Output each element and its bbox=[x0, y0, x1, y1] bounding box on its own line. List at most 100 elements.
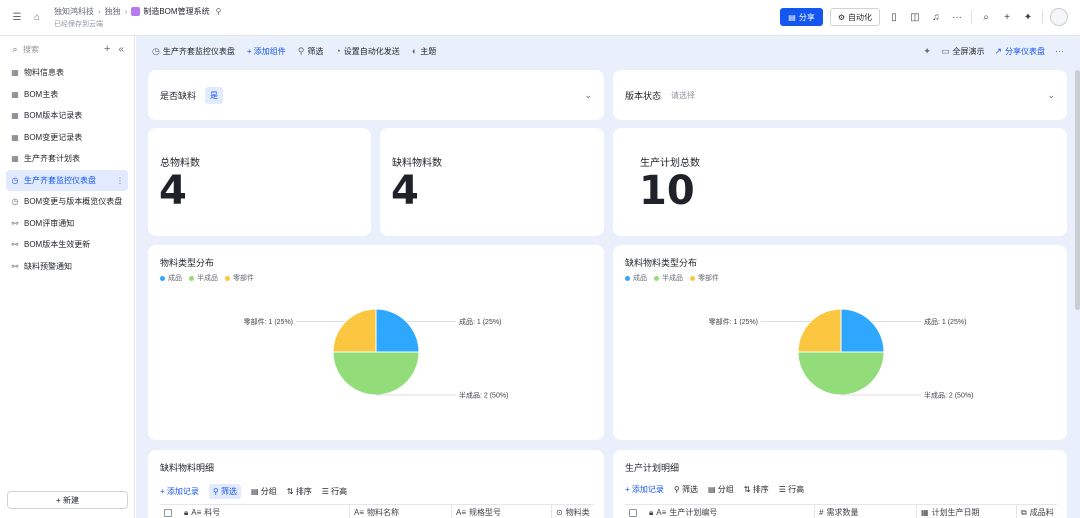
filter-label: 筛选 bbox=[221, 487, 237, 496]
column-label: 物料类 bbox=[565, 508, 590, 517]
fullscreen-button[interactable]: ▭ 全屏演示 bbox=[941, 46, 985, 57]
scrollbar[interactable] bbox=[1075, 70, 1080, 310]
filter-button[interactable]: ⚲ 筛选 bbox=[298, 46, 324, 57]
add-widget-button[interactable]: + 添加组件 bbox=[247, 46, 286, 57]
sidebar-item-material-info[interactable]: ▦ 物料信息表 bbox=[6, 62, 128, 84]
row-height-icon: ☰ bbox=[778, 485, 789, 494]
stat-value: 4 bbox=[159, 168, 187, 214]
new-button[interactable]: + 新建 bbox=[7, 491, 128, 509]
palette-icon: ◐ bbox=[411, 46, 418, 56]
document-icon[interactable]: ▯ bbox=[887, 10, 901, 24]
sidebar-item-bom-version[interactable]: ▦ BOM版本记录表 bbox=[6, 105, 128, 127]
pin-icon[interactable]: ⚲ bbox=[216, 7, 222, 16]
more-icon[interactable]: ··· bbox=[950, 10, 964, 24]
sort-button[interactable]: ⇅ 排序 bbox=[744, 484, 769, 495]
table-icon: ▦ bbox=[11, 132, 19, 142]
filter-button[interactable]: ⚲ 筛选 bbox=[674, 484, 698, 495]
add-record-button[interactable]: + 添加记录 bbox=[625, 484, 664, 495]
share-button[interactable]: ▤ 分享 bbox=[780, 8, 823, 26]
bell-icon[interactable]: ♫ bbox=[929, 10, 943, 24]
add-item-icon[interactable]: + bbox=[104, 43, 110, 55]
top-bar: ☰ ⌂ 独知鸿科技 › 独独 › 制造BOM管理系统 ⚲ 已经保存到云端 ▤ 分… bbox=[0, 0, 1080, 36]
sidebar-item-label: BOM变更与版本概览仪表盘 bbox=[24, 197, 123, 207]
column-label: 计划生产日期 bbox=[931, 508, 980, 517]
sidebar-item-bom-change[interactable]: ▦ BOM变更记录表 bbox=[6, 127, 128, 149]
column-header[interactable]: ▦ 计划生产日期 bbox=[917, 505, 1017, 518]
pie-slice-1[interactable] bbox=[332, 351, 420, 396]
workflow-icon: ⚯ bbox=[11, 218, 19, 228]
search-icon[interactable]: ⌕ bbox=[979, 10, 993, 24]
row-height-button[interactable]: ☰ 行高 bbox=[322, 486, 347, 497]
sort-icon: ⇅ bbox=[286, 487, 296, 496]
chevron-down-icon[interactable]: ⌄ bbox=[584, 90, 592, 101]
column-header[interactable]: 🔒︎ A≡ 生产计划编号 bbox=[645, 505, 815, 518]
workflow-icon: ⚯ bbox=[11, 261, 19, 271]
more-vertical-icon[interactable]: ⋮ bbox=[116, 176, 124, 185]
column-header[interactable]: A≡ 规格型号 bbox=[452, 505, 552, 518]
sort-button[interactable]: ⇅ 排序 bbox=[287, 486, 312, 497]
sidebar-item-kitting-dashboard[interactable]: ◷ 生产齐套监控仪表盘 ⋮ bbox=[6, 169, 128, 191]
table-title: 缺料物料明细 bbox=[160, 463, 215, 473]
slice-label: 成品: 1 (25%) bbox=[459, 317, 501, 326]
pie-slice-0[interactable] bbox=[840, 308, 885, 353]
breadcrumb-workspace[interactable]: 独知鸿科技 bbox=[54, 6, 94, 17]
column-label: 规格型号 bbox=[469, 508, 502, 517]
auto-send-button[interactable]: ◔ 设置自动化发送 bbox=[335, 46, 399, 57]
table-icon: ▦ bbox=[11, 154, 19, 164]
stat-value: 10 bbox=[639, 168, 695, 214]
pie-slice-1[interactable] bbox=[797, 351, 885, 396]
filter-label: 版本状态 bbox=[625, 90, 662, 101]
filter-card-shortage[interactable]: 是否缺料 是 ⌄ bbox=[148, 70, 604, 120]
link-field-icon: ⧉ bbox=[1021, 507, 1027, 517]
sidebar-search[interactable]: ⌕ 搜索 + « bbox=[0, 36, 134, 62]
filter-button[interactable]: ⚲ 筛选 bbox=[208, 484, 241, 499]
collapse-icon[interactable]: « bbox=[118, 44, 124, 55]
pie-slice-2[interactable] bbox=[797, 308, 842, 353]
sidebar-item-shortage-alert[interactable]: ⚯ 缺料预警通知 bbox=[6, 256, 128, 278]
column-label: 成品料 bbox=[1029, 508, 1054, 517]
column-header[interactable]: # 需求数量 bbox=[815, 505, 917, 518]
chevron-down-icon[interactable]: ⌄ bbox=[1047, 90, 1055, 101]
automation-button[interactable]: ⚙ 自动化 bbox=[829, 8, 880, 26]
select-all-checkbox[interactable] bbox=[160, 505, 180, 518]
group-button[interactable]: ▤ 分组 bbox=[251, 486, 277, 497]
sidebar-item-bom-review[interactable]: ⚯ BOM评审通知 bbox=[6, 213, 128, 235]
sidebar-item-label: BOM版本记录表 bbox=[24, 111, 83, 121]
add-record-button[interactable]: + 添加记录 bbox=[160, 486, 199, 497]
plus-icon[interactable]: + bbox=[1000, 10, 1014, 24]
pie-slice-2[interactable] bbox=[332, 308, 377, 353]
dashboard-title-text: 生产齐套监控仪表盘 bbox=[162, 46, 235, 56]
pie-slice-0[interactable] bbox=[375, 308, 420, 353]
column-label: 需求数量 bbox=[826, 508, 859, 517]
app-logo-icon bbox=[131, 7, 141, 16]
more-icon[interactable]: ··· bbox=[1055, 46, 1064, 56]
plugin-icon[interactable]: ◫ bbox=[908, 10, 922, 24]
filter-value-tag[interactable]: 是 bbox=[205, 86, 224, 104]
breadcrumb-app[interactable]: 制造BOM管理系统 ⚲ bbox=[131, 6, 221, 17]
column-header[interactable]: 🔒︎ A≡ 料号 bbox=[180, 505, 350, 518]
home-icon[interactable]: ⌂ bbox=[30, 11, 44, 25]
sparkle-icon[interactable]: ✦ bbox=[1021, 10, 1035, 24]
column-header[interactable]: ⧉ 成品料 bbox=[1017, 505, 1057, 518]
column-header[interactable]: A≡ 物料名称 bbox=[350, 505, 452, 518]
theme-button[interactable]: ◐ 主题 bbox=[412, 46, 436, 57]
group-button[interactable]: ▤ 分组 bbox=[708, 484, 734, 495]
pie-chart: 成品: 1 (25%) 半成品: 2 (50%) 零部件: 1 (25%) bbox=[244, 308, 508, 400]
slice-label: 半成品: 2 (50%) bbox=[459, 391, 508, 400]
sparkle-icon[interactable]: ✦ bbox=[923, 46, 931, 57]
collapse-sidebar-icon[interactable]: ☰ bbox=[10, 11, 24, 25]
share-dashboard-button[interactable]: ↗ 分享仪表盘 bbox=[994, 46, 1045, 57]
avatar[interactable] bbox=[1050, 8, 1068, 26]
sidebar-item-bom-version-update[interactable]: ⚯ BOM版本生效更新 bbox=[6, 234, 128, 256]
column-header[interactable]: ⊙ 物料类 bbox=[552, 505, 594, 518]
breadcrumb: 独知鸿科技 › 独独 › 制造BOM管理系统 ⚲ 已经保存到云端 bbox=[54, 6, 221, 29]
filter-card-version[interactable]: 版本状态 请选择 ⌄ bbox=[613, 70, 1067, 120]
sidebar-item-bom-overview-dashboard[interactable]: ◷ BOM变更与版本概览仪表盘 bbox=[6, 191, 128, 213]
share-icon: ▤ bbox=[788, 12, 796, 22]
row-height-button[interactable]: ☰ 行高 bbox=[779, 484, 804, 495]
sidebar-item-production-plan[interactable]: ▦ 生产齐套计划表 bbox=[6, 148, 128, 170]
breadcrumb-folder[interactable]: 独独 bbox=[105, 6, 121, 17]
stat-value: 4 bbox=[391, 168, 419, 214]
select-all-checkbox[interactable] bbox=[625, 505, 645, 518]
sidebar-item-bom-main[interactable]: ▦ BOM主表 bbox=[6, 84, 128, 106]
